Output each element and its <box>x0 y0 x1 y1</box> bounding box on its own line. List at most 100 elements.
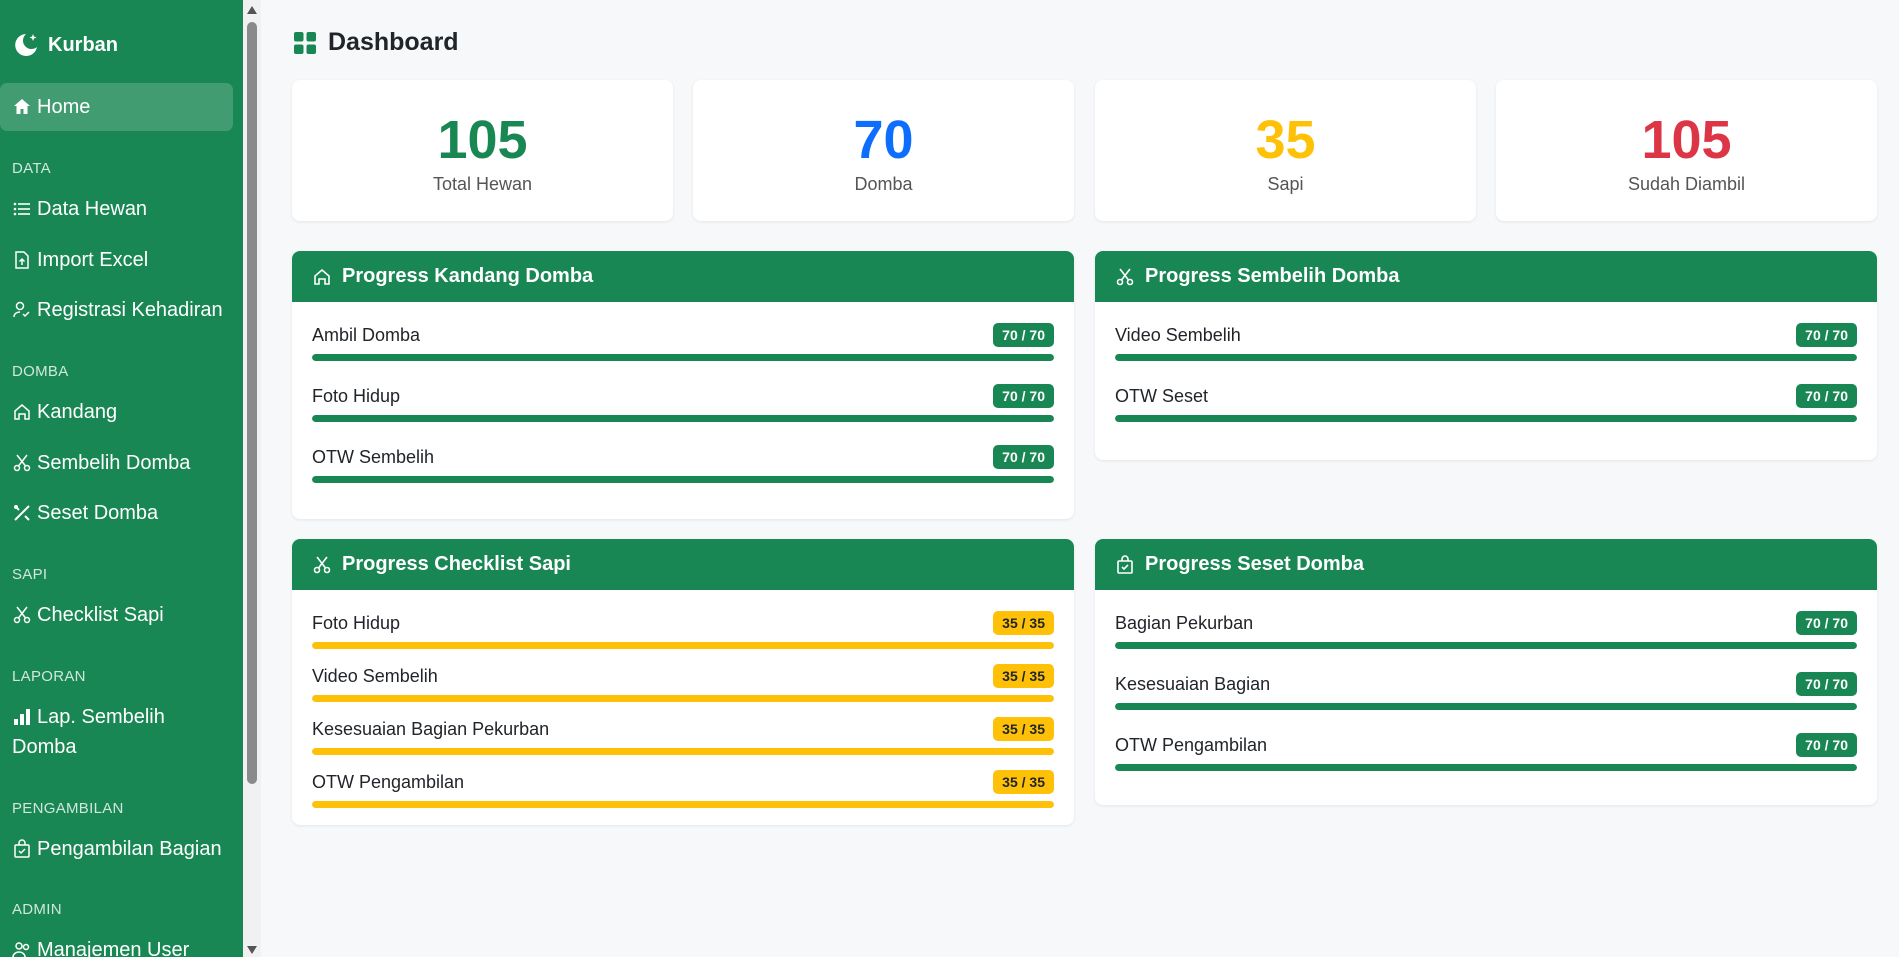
scrollbar-thumb[interactable] <box>247 22 257 784</box>
sidebar-section-pengambilan: PENGAMBILAN <box>12 800 124 817</box>
bag-check-icon <box>14 839 30 858</box>
scissors-icon <box>13 606 31 624</box>
progress-badge: 35 / 35 <box>993 664 1054 688</box>
sidebar-section-admin: ADMIN <box>12 901 62 918</box>
progress-label: Foto Hidup <box>312 612 401 633</box>
progress-badge: 35 / 35 <box>993 770 1054 794</box>
progress-bar-fill <box>312 476 1054 483</box>
bar-chart-icon <box>14 709 30 725</box>
grid-icon <box>294 31 316 54</box>
progress-row-header: Foto Hidup 70 / 70 <box>312 383 1054 409</box>
progress-label: OTW Pengambilan <box>1115 734 1268 755</box>
progress-label: Ambil Domba <box>312 324 421 345</box>
stat-value: 105 <box>437 110 528 170</box>
people-icon <box>12 942 30 957</box>
progress-bar <box>1115 415 1857 422</box>
progress-label: Bagian Pekurban <box>1115 612 1254 633</box>
progress-bar-fill <box>1115 703 1857 710</box>
progress-row-header: Ambil Domba 70 / 70 <box>312 322 1054 348</box>
stat-card-total-hewan: 105 Total Hewan <box>292 80 673 221</box>
progress-badge: 70 / 70 <box>1796 611 1857 635</box>
progress-bar-fill <box>312 415 1054 422</box>
progress-bar <box>1115 642 1857 649</box>
sidebar-item-kandang[interactable]: Kandang <box>0 397 129 427</box>
stat-label: Sapi <box>1267 174 1304 194</box>
progress-row: OTW Pengambilan 35 / 35 <box>312 769 1054 808</box>
file-upload-icon <box>15 251 29 269</box>
sidebar-item-data-hewan[interactable]: Data Hewan <box>0 194 159 224</box>
progress-bar <box>312 415 1054 422</box>
progress-row: OTW Seset 70 / 70 <box>1115 383 1857 422</box>
sidebar-item-checklist-sapi[interactable]: Checklist Sapi <box>0 600 176 630</box>
progress-row-header: OTW Pengambilan 35 / 35 <box>312 769 1054 795</box>
brand[interactable]: Kurban <box>0 0 243 90</box>
progress-bar <box>1115 354 1857 361</box>
progress-row-header: Kesesuaian Bagian Pekurban 35 / 35 <box>312 716 1054 742</box>
stat-value: 70 <box>853 110 914 170</box>
progress-row-header: OTW Seset 70 / 70 <box>1115 383 1857 409</box>
progress-badge: 70 / 70 <box>1796 384 1857 408</box>
progress-row-header: Kesesuaian Bagian 70 / 70 <box>1115 671 1857 697</box>
scroll-up-arrow-icon[interactable] <box>247 6 257 14</box>
progress-bar-fill <box>312 354 1054 361</box>
sidebar-item-sembelih-domba[interactable]: Sembelih Domba <box>0 448 202 478</box>
progress-label: OTW Sembelih <box>312 446 435 467</box>
sidebar-scrollbar[interactable] <box>243 0 261 957</box>
progress-bar <box>312 801 1054 808</box>
progress-label: Foto Hidup <box>312 385 401 406</box>
list-icon <box>13 202 30 216</box>
progress-list: Video Sembelih 70 / 70 OTW Seset 70 / 70 <box>1095 302 1877 422</box>
progress-label: Kesesuaian Bagian Pekurban <box>312 718 550 739</box>
progress-row: Foto Hidup 35 / 35 <box>312 610 1054 649</box>
progress-bar <box>1115 703 1857 710</box>
progress-bar-fill <box>312 748 1054 755</box>
progress-row-header: Video Sembelih 70 / 70 <box>1115 322 1857 348</box>
progress-badge: 70 / 70 <box>1796 672 1857 696</box>
scroll-down-arrow-icon[interactable] <box>247 946 257 954</box>
progress-bar <box>312 354 1054 361</box>
progress-bar-fill <box>1115 642 1857 649</box>
sidebar-item-seset-domba[interactable]: Seset Domba <box>0 498 170 528</box>
progress-row: Kesesuaian Bagian Pekurban 35 / 35 <box>312 716 1054 755</box>
progress-bar-fill <box>312 642 1054 649</box>
house-fill-icon <box>14 99 30 114</box>
progress-row: OTW Pengambilan 70 / 70 <box>1115 732 1857 771</box>
progress-row-header: OTW Pengambilan 70 / 70 <box>1115 732 1857 758</box>
card-progress-kandang: Progress Kandang Domba Ambil Domba 70 / 7… <box>292 251 1074 519</box>
stat-card-sapi: 35 Sapi <box>1095 80 1476 221</box>
progress-badge: 70 / 70 <box>1796 733 1857 757</box>
progress-label: Video Sembelih <box>312 665 438 686</box>
stat-label: Sudah Diambil <box>1627 174 1746 194</box>
page-title: Dashboard <box>293 28 459 57</box>
progress-bar <box>312 476 1054 483</box>
progress-bar-fill <box>312 695 1054 702</box>
progress-row: Kesesuaian Bagian 70 / 70 <box>1115 671 1857 710</box>
sidebar-item-registrasi[interactable]: Registrasi Kehadiran <box>0 295 235 325</box>
card-progress-sembelih: Progress Sembelih Domba Video Sembelih 70… <box>1095 251 1877 460</box>
progress-row-header: OTW Sembelih 70 / 70 <box>312 444 1054 470</box>
progress-bar <box>312 695 1054 702</box>
sidebar-item-lap-sembelih[interactable]: Lap. Sembelih Domba <box>0 702 177 762</box>
progress-label: OTW Seset <box>1115 385 1209 406</box>
sidebar-section-sapi: SAPI <box>12 566 48 583</box>
sidebar-item-pengambilan-bagian[interactable]: Pengambilan Bagian <box>0 834 234 864</box>
sidebar-item-home[interactable]: Home <box>0 83 233 131</box>
progress-badge: 70 / 70 <box>993 384 1054 408</box>
stat-label: Total Hewan <box>432 174 533 194</box>
progress-label: OTW Pengambilan <box>312 771 465 792</box>
sidebar-item-manajemen-user[interactable]: Manajemen User <box>0 935 201 957</box>
progress-bar <box>312 748 1054 755</box>
progress-bar <box>312 642 1054 649</box>
progress-row: Bagian Pekurban 70 / 70 <box>1115 610 1857 649</box>
sidebar-section-laporan: LAPORAN <box>12 668 86 685</box>
scissors-icon <box>13 454 31 472</box>
progress-row: OTW Sembelih 70 / 70 <box>312 444 1054 483</box>
card-progress-checklist-sapi: Progress Checklist Sapi Foto Hidup 35 / 3… <box>292 539 1074 825</box>
progress-bar-fill <box>1115 354 1857 361</box>
sidebar-item-import-excel[interactable]: Import Excel <box>0 245 160 275</box>
progress-bar-fill <box>312 801 1054 808</box>
card-header: Progress Seset Domba <box>1095 539 1877 590</box>
stat-value: 105 <box>1641 110 1732 170</box>
progress-bar-fill <box>1115 415 1857 422</box>
progress-list: Bagian Pekurban 70 / 70 Kesesuaian Bagian 7… <box>1095 590 1877 771</box>
